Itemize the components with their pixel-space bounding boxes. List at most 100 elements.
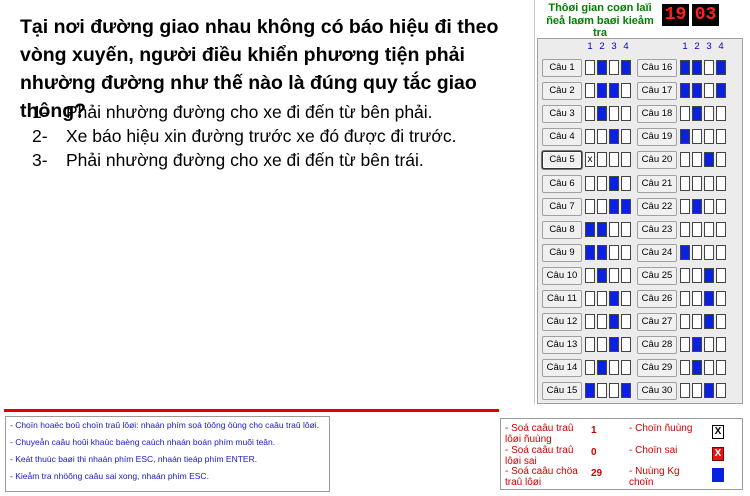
- answer-cell-2[interactable]: [692, 60, 702, 75]
- answer-cell-2[interactable]: [597, 175, 607, 191]
- answer-cell-2[interactable]: [692, 198, 702, 214]
- question-button-14[interactable]: Câu 14: [542, 359, 582, 378]
- answer-cell-2[interactable]: [597, 291, 607, 306]
- answer-cell-3[interactable]: [609, 314, 619, 330]
- answer-cell-2[interactable]: [597, 267, 607, 283]
- answer-cell-4[interactable]: [716, 106, 726, 122]
- answer-cell-1[interactable]: [585, 337, 595, 353]
- question-button-5[interactable]: Câu 5: [542, 151, 582, 170]
- answer-cell-3[interactable]: [704, 60, 714, 75]
- answer-cell-1[interactable]: [585, 198, 595, 214]
- answer-cell-2[interactable]: [692, 244, 702, 260]
- answer-cell-3[interactable]: [609, 198, 619, 214]
- question-button-22[interactable]: Câu 22: [637, 197, 677, 216]
- answer-cell-4[interactable]: [716, 360, 726, 376]
- question-button-25[interactable]: Câu 25: [637, 266, 677, 285]
- answer-cell-2[interactable]: [692, 314, 702, 330]
- answer-cell-1[interactable]: [680, 337, 690, 353]
- answer-cell-3[interactable]: [609, 383, 619, 399]
- answer-cell-4[interactable]: [716, 198, 726, 214]
- answer-cell-2[interactable]: [692, 360, 702, 376]
- answer-cell-4[interactable]: [716, 314, 726, 330]
- answer-cell-4[interactable]: [621, 314, 631, 330]
- answer-cell-4[interactable]: [621, 383, 631, 399]
- question-button-18[interactable]: Câu 18: [637, 105, 677, 124]
- question-button-28[interactable]: Câu 28: [637, 336, 677, 355]
- question-button-11[interactable]: Câu 11: [542, 290, 582, 308]
- answer-cell-3[interactable]: [704, 267, 714, 283]
- answer-cell-4[interactable]: [716, 267, 726, 283]
- answer-cell-3[interactable]: [704, 175, 714, 191]
- answer-option-1[interactable]: 1- Phải nhường đường cho xe đi đến từ bên…: [32, 100, 522, 124]
- answer-cell-4[interactable]: [716, 83, 726, 99]
- question-button-26[interactable]: Câu 26: [637, 290, 677, 308]
- answer-cell-2[interactable]: [597, 337, 607, 353]
- answer-cell-3[interactable]: [609, 60, 619, 75]
- answer-cell-3[interactable]: [704, 198, 714, 214]
- answer-cell-4[interactable]: [621, 198, 631, 214]
- answer-cell-1[interactable]: [585, 244, 595, 260]
- answer-cell-4[interactable]: [621, 129, 631, 145]
- answer-cell-2[interactable]: [692, 152, 702, 168]
- answer-cell-4[interactable]: [716, 129, 726, 145]
- answer-cell-2[interactable]: [692, 175, 702, 191]
- question-button-16[interactable]: Câu 16: [637, 59, 677, 77]
- answer-cell-2[interactable]: [597, 221, 607, 237]
- answer-cell-2[interactable]: [597, 244, 607, 260]
- answer-option-2[interactable]: 2- Xe báo hiệu xin đường trước xe đó được…: [32, 124, 522, 148]
- answer-cell-1[interactable]: [680, 244, 690, 260]
- answer-cell-3[interactable]: [704, 314, 714, 330]
- answer-cell-4[interactable]: [621, 83, 631, 99]
- answer-cell-1[interactable]: x: [585, 152, 595, 168]
- answer-cell-2[interactable]: [692, 83, 702, 99]
- answer-cell-4[interactable]: [621, 106, 631, 122]
- answer-cell-1[interactable]: [680, 383, 690, 399]
- answer-cell-3[interactable]: [609, 152, 619, 168]
- answer-cell-2[interactable]: [597, 360, 607, 376]
- question-button-19[interactable]: Câu 19: [637, 128, 677, 147]
- answer-cell-3[interactable]: [609, 221, 619, 237]
- answer-cell-3[interactable]: [609, 267, 619, 283]
- answer-cell-3[interactable]: [609, 337, 619, 353]
- answer-cell-2[interactable]: [597, 314, 607, 330]
- answer-cell-1[interactable]: [585, 383, 595, 399]
- answer-cell-3[interactable]: [704, 244, 714, 260]
- answer-cell-2[interactable]: [692, 337, 702, 353]
- answer-cell-4[interactable]: [621, 337, 631, 353]
- answer-cell-2[interactable]: [692, 383, 702, 399]
- question-button-24[interactable]: Câu 24: [637, 243, 677, 262]
- question-button-15[interactable]: Câu 15: [542, 382, 582, 401]
- answer-cell-1[interactable]: [680, 60, 690, 75]
- answer-cell-2[interactable]: [597, 106, 607, 122]
- answer-cell-4[interactable]: [621, 175, 631, 191]
- answer-cell-1[interactable]: [680, 267, 690, 283]
- answer-cell-3[interactable]: [704, 360, 714, 376]
- answer-cell-4[interactable]: [621, 291, 631, 306]
- answer-cell-3[interactable]: [704, 152, 714, 168]
- question-button-8[interactable]: Câu 8: [542, 220, 582, 239]
- question-button-20[interactable]: Câu 20: [637, 151, 677, 170]
- answer-cell-4[interactable]: [716, 244, 726, 260]
- answer-cell-4[interactable]: [621, 360, 631, 376]
- question-button-29[interactable]: Câu 29: [637, 359, 677, 378]
- answer-cell-1[interactable]: [680, 175, 690, 191]
- question-button-7[interactable]: Câu 7: [542, 197, 582, 216]
- answer-option-3[interactable]: 3- Phải nhường đường cho xe đi đến từ bên…: [32, 148, 522, 172]
- answer-cell-1[interactable]: [585, 83, 595, 99]
- answer-cell-1[interactable]: [680, 106, 690, 122]
- answer-cell-3[interactable]: [609, 360, 619, 376]
- answer-cell-4[interactable]: [621, 221, 631, 237]
- answer-cell-1[interactable]: [680, 291, 690, 306]
- answer-cell-4[interactable]: [621, 244, 631, 260]
- answer-cell-2[interactable]: [597, 152, 607, 168]
- answer-cell-1[interactable]: [585, 175, 595, 191]
- answer-cell-2[interactable]: [597, 83, 607, 99]
- question-button-23[interactable]: Câu 23: [637, 220, 677, 239]
- answer-cell-4[interactable]: [621, 267, 631, 283]
- question-button-9[interactable]: Câu 9: [542, 243, 582, 262]
- answer-cell-1[interactable]: [585, 360, 595, 376]
- answer-cell-1[interactable]: [680, 152, 690, 168]
- answer-cell-2[interactable]: [692, 221, 702, 237]
- answer-cell-3[interactable]: [704, 383, 714, 399]
- question-button-10[interactable]: Câu 10: [542, 266, 582, 285]
